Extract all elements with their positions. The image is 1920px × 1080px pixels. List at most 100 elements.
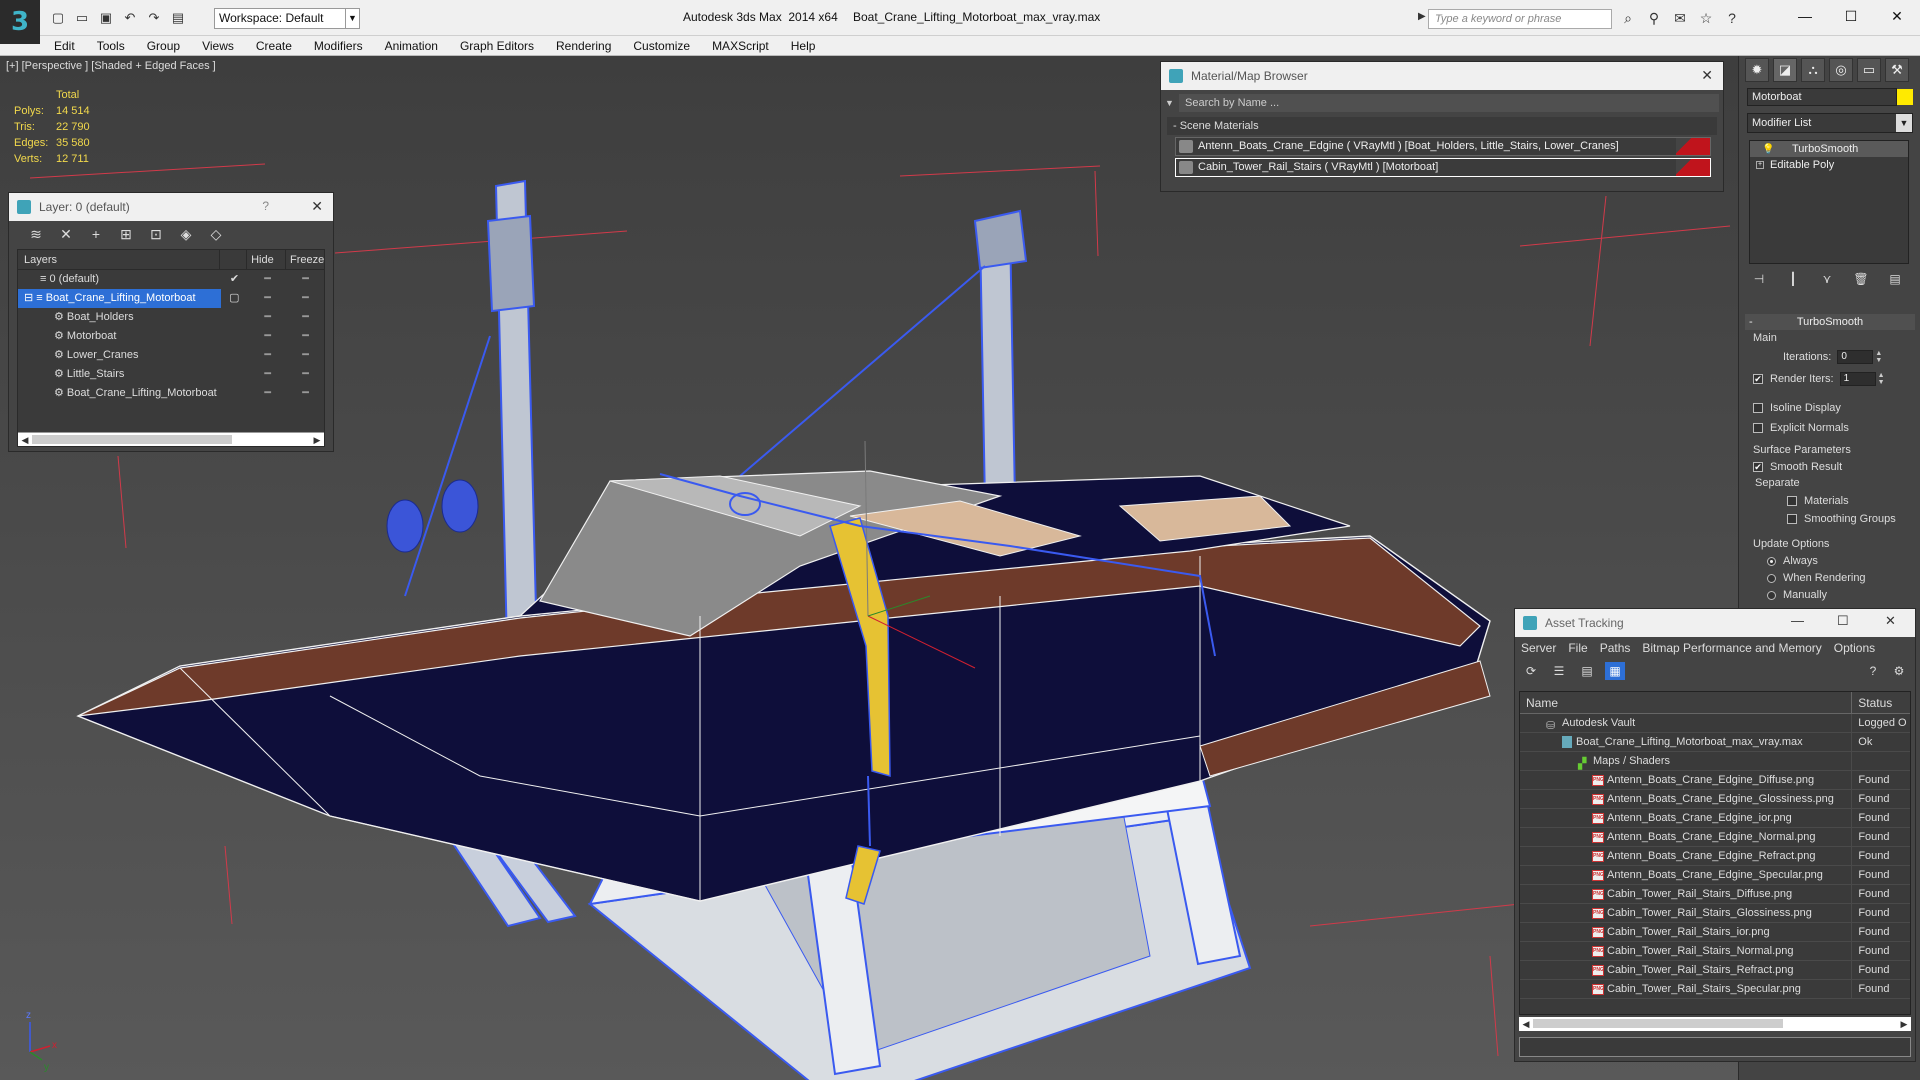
- scroll-left-icon[interactable]: ◀: [18, 433, 32, 447]
- asset-menu-bitmap-performance[interactable]: Bitmap Performance and Memory: [1642, 637, 1821, 659]
- hide-toggle[interactable]: ━: [248, 346, 287, 365]
- close-icon[interactable]: ✕: [1701, 67, 1713, 84]
- asset-row[interactable]: PNG Cabin_Tower_Rail_Stairs_Diffuse.png Fo…: [1520, 885, 1910, 904]
- asset-row[interactable]: Boat_Crane_Lifting_Motorboat_max_vray.ma…: [1520, 733, 1910, 752]
- highlight-layer-icon[interactable]: ◈: [175, 224, 197, 244]
- list-view-icon[interactable]: ☰: [1549, 662, 1569, 680]
- turbosmooth-rollout-header[interactable]: - TurboSmooth: [1745, 314, 1915, 330]
- render-iters-spinner[interactable]: 1: [1839, 372, 1876, 386]
- menu-views[interactable]: Views: [202, 36, 234, 55]
- redo-icon[interactable]: ↷: [144, 9, 164, 27]
- hide-toggle[interactable]: ━: [248, 308, 287, 327]
- utilities-tab-icon[interactable]: ⚒: [1885, 58, 1909, 82]
- close-icon[interactable]: ✕: [311, 198, 323, 215]
- asset-row[interactable]: PNG Cabin_Tower_Rail_Stairs_Normal.png Fou…: [1520, 942, 1910, 961]
- freeze-toggle[interactable]: ━: [287, 384, 324, 403]
- layer-panel-titlebar[interactable]: Layer: 0 (default) ? ✕: [9, 193, 333, 221]
- scroll-left-icon[interactable]: ◀: [1519, 1017, 1533, 1031]
- smoothing-groups-option[interactable]: Smoothing Groups: [1787, 513, 1896, 525]
- layer-object-row[interactable]: ⚙ Lower_Cranes ━ ━: [18, 346, 324, 365]
- layer-object-row[interactable]: ⚙ Motorboat ━ ━: [18, 327, 324, 346]
- freeze-toggle[interactable]: ━: [287, 289, 324, 308]
- asset-menu-options[interactable]: Options: [1834, 637, 1875, 659]
- scroll-right-icon[interactable]: ▶: [1897, 1017, 1911, 1031]
- remove-modifier-icon[interactable]: 🗑: [1851, 272, 1871, 290]
- help-icon[interactable]: ?: [1722, 10, 1742, 28]
- smooth-result-checkbox[interactable]: ✔: [1753, 462, 1763, 472]
- maximize-icon[interactable]: ☐: [1828, 0, 1874, 32]
- explicit-normals-checkbox[interactable]: [1753, 423, 1763, 433]
- asset-path-field[interactable]: [1519, 1037, 1911, 1057]
- asset-row[interactable]: PNG Cabin_Tower_Rail_Stairs_Glossiness.pn…: [1520, 904, 1910, 923]
- asset-tracking-titlebar[interactable]: Asset Tracking — ☐ ✕: [1515, 609, 1915, 637]
- update-manually-radio[interactable]: [1767, 590, 1776, 600]
- asset-row[interactable]: PNG Antenn_Boats_Crane_Edgine_Specular.pn…: [1520, 866, 1910, 885]
- display-tab-icon[interactable]: ▭: [1857, 58, 1881, 82]
- asset-menu-paths[interactable]: Paths: [1600, 637, 1631, 659]
- update-when-rendering-radio[interactable]: [1767, 573, 1776, 583]
- configure-modifier-sets-icon[interactable]: ▤: [1885, 272, 1905, 290]
- material-item[interactable]: Cabin_Tower_Rail_Stairs ( VRayMtl ) [Mot…: [1175, 158, 1711, 177]
- hierarchy-tab-icon[interactable]: ⛬: [1801, 58, 1825, 82]
- minimize-icon[interactable]: —: [1791, 613, 1804, 628]
- create-layer-icon[interactable]: +: [85, 224, 107, 244]
- chevron-down-icon[interactable]: ▼: [345, 9, 359, 28]
- chevron-down-icon[interactable]: ▼: [1896, 114, 1912, 132]
- asset-row[interactable]: PNG Antenn_Boats_Crane_Edgine_Normal.png F…: [1520, 828, 1910, 847]
- freeze-toggle[interactable]: ━: [287, 308, 324, 327]
- smoothing-groups-checkbox[interactable]: [1787, 514, 1797, 524]
- asset-row[interactable]: PNG Antenn_Boats_Crane_Edgine_ior.png Foun…: [1520, 809, 1910, 828]
- asset-row[interactable]: ▞ Maps / Shaders: [1520, 752, 1910, 771]
- menu-rendering[interactable]: Rendering: [556, 36, 611, 55]
- layer-object-row[interactable]: ⚙ Boat_Crane_Lifting_Motorboat ━ ━: [18, 384, 324, 403]
- menu-help[interactable]: Help: [791, 36, 816, 55]
- scroll-right-icon[interactable]: ▶: [310, 433, 324, 447]
- modify-tab-icon[interactable]: ◪: [1773, 58, 1797, 82]
- column-freeze[interactable]: Freeze: [286, 250, 324, 269]
- help-icon[interactable]: ?: [1863, 662, 1883, 680]
- project-folder-icon[interactable]: ▤: [168, 9, 188, 27]
- render-iters-checkbox[interactable]: ✔: [1753, 374, 1763, 384]
- refresh-icon[interactable]: ⟳: [1521, 662, 1541, 680]
- isoline-option[interactable]: Isoline Display: [1753, 402, 1841, 414]
- scene-materials-group[interactable]: - Scene Materials: [1167, 117, 1717, 135]
- workspace-dropdown[interactable]: Workspace: Default ▼: [214, 8, 360, 29]
- menu-modifiers[interactable]: Modifiers: [314, 36, 363, 55]
- show-end-result-icon[interactable]: ┃: [1783, 272, 1803, 290]
- asset-row[interactable]: PNG Cabin_Tower_Rail_Stairs_Refract.png Fo…: [1520, 961, 1910, 980]
- layer-object-row[interactable]: ⚙ Boat_Holders ━ ━: [18, 308, 324, 327]
- separate-materials-option[interactable]: Materials: [1787, 495, 1849, 507]
- favorites-star-icon[interactable]: ☆: [1696, 10, 1716, 28]
- column-name[interactable]: Name: [1520, 692, 1853, 713]
- create-tab-icon[interactable]: ✹: [1745, 58, 1769, 82]
- freeze-toggle[interactable]: ━: [287, 365, 324, 384]
- layer-row[interactable]: ≡ 0 (default) ✔ ━ ━: [18, 270, 324, 289]
- modifier-stack-item[interactable]: + Editable Poly: [1750, 157, 1908, 173]
- smooth-result-option[interactable]: ✔ Smooth Result: [1753, 461, 1842, 473]
- spinner-arrows-icon[interactable]: ▲ ▼: [1875, 350, 1885, 364]
- asset-row[interactable]: ⛁ Autodesk Vault Logged O: [1520, 714, 1910, 733]
- communication-icon[interactable]: ✉: [1670, 10, 1690, 28]
- material-search-input[interactable]: Search by Name ...: [1179, 94, 1719, 112]
- select-in-layer-icon[interactable]: ⊡: [145, 224, 167, 244]
- undo-icon[interactable]: ↶: [120, 9, 140, 27]
- asset-row[interactable]: PNG Cabin_Tower_Rail_Stairs_Specular.png F…: [1520, 980, 1910, 999]
- object-name-field[interactable]: Motorboat: [1747, 88, 1897, 106]
- hide-toggle[interactable]: ━: [248, 365, 287, 384]
- material-item[interactable]: Antenn_Boats_Crane_Edgine ( VRayMtl ) [B…: [1175, 137, 1711, 156]
- table-view-icon[interactable]: ▦: [1605, 662, 1625, 680]
- delete-layer-icon[interactable]: ✕: [55, 224, 77, 244]
- menu-edit[interactable]: Edit: [54, 36, 75, 55]
- menu-graph-editors[interactable]: Graph Editors: [460, 36, 534, 55]
- separate-materials-checkbox[interactable]: [1787, 496, 1797, 506]
- update-always-option[interactable]: Always: [1767, 555, 1818, 567]
- asset-menu-server[interactable]: Server: [1521, 637, 1556, 659]
- new-file-icon[interactable]: ▢: [48, 9, 68, 27]
- isoline-checkbox[interactable]: [1753, 403, 1763, 413]
- set-current-layer-icon[interactable]: ▢: [221, 289, 248, 308]
- motion-tab-icon[interactable]: ◎: [1829, 58, 1853, 82]
- asset-row[interactable]: PNG Antenn_Boats_Crane_Edgine_Glossiness.…: [1520, 790, 1910, 809]
- asset-row[interactable]: PNG Antenn_Boats_Crane_Edgine_Refract.png…: [1520, 847, 1910, 866]
- menu-maxscript[interactable]: MAXScript: [712, 36, 769, 55]
- modifier-stack-item[interactable]: 💡 TurboSmooth: [1750, 141, 1908, 157]
